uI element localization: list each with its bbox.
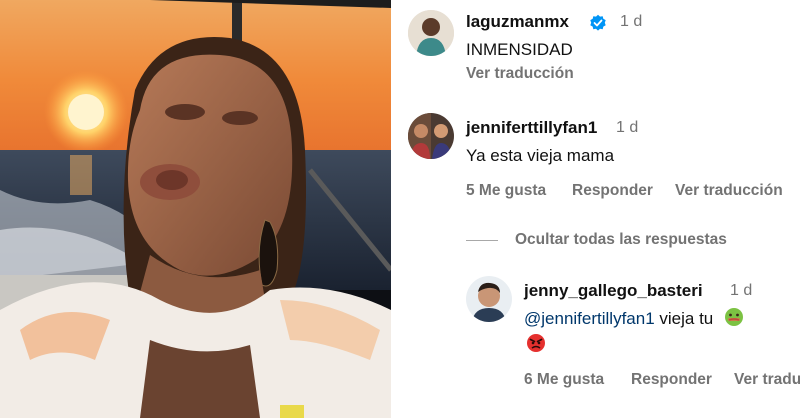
post-caption: INMENSIDAD <box>466 40 573 59</box>
comment-username[interactable]: jenniferttillyfan1 <box>466 118 597 138</box>
hide-replies-button[interactable]: Ocultar todas las respuestas <box>515 231 727 249</box>
post-photo[interactable] <box>0 0 391 418</box>
avatar-image <box>408 113 454 159</box>
reply-likes[interactable]: 6 Me gusta <box>524 371 604 389</box>
reply-reply-button[interactable]: Responder <box>631 371 712 389</box>
reply-username[interactable]: jenny_gallego_basteri <box>524 281 703 301</box>
avatar-image <box>408 10 454 56</box>
avatar-image <box>466 276 512 322</box>
hide-replies-divider <box>466 240 498 241</box>
post-time: 1 d <box>620 13 643 30</box>
verified-badge-icon <box>589 14 607 32</box>
reply-avatar[interactable] <box>466 276 512 322</box>
reply-text-body: vieja tu <box>654 308 714 328</box>
comment-reply-button[interactable]: Responder <box>572 182 653 200</box>
nauseated-face-emoji <box>724 307 744 332</box>
post-author-avatar[interactable] <box>408 10 454 56</box>
reply-translate-link[interactable]: Ver tradu <box>734 371 800 389</box>
reply-time: 1 d <box>730 282 753 299</box>
comment-translate-link[interactable]: Ver traducción <box>675 182 783 200</box>
comments-panel: laguzmanmx 1 d INMENSIDAD Ver traducción… <box>398 0 800 418</box>
reply-mention-link[interactable]: @jennifertillyfan1 <box>524 309 655 328</box>
comment-time: 1 d <box>616 119 639 136</box>
comment-text: Ya esta vieja mama <box>466 146 615 165</box>
comment-avatar[interactable] <box>408 113 454 159</box>
post-translate-link[interactable]: Ver traducción <box>466 65 574 83</box>
reply-text: @jennifertillyfan1 vieja tu <box>524 307 744 332</box>
angry-face-emoji <box>526 333 546 353</box>
comment-likes[interactable]: 5 Me gusta <box>466 182 546 200</box>
post-author-username[interactable]: laguzmanmx <box>466 12 569 32</box>
